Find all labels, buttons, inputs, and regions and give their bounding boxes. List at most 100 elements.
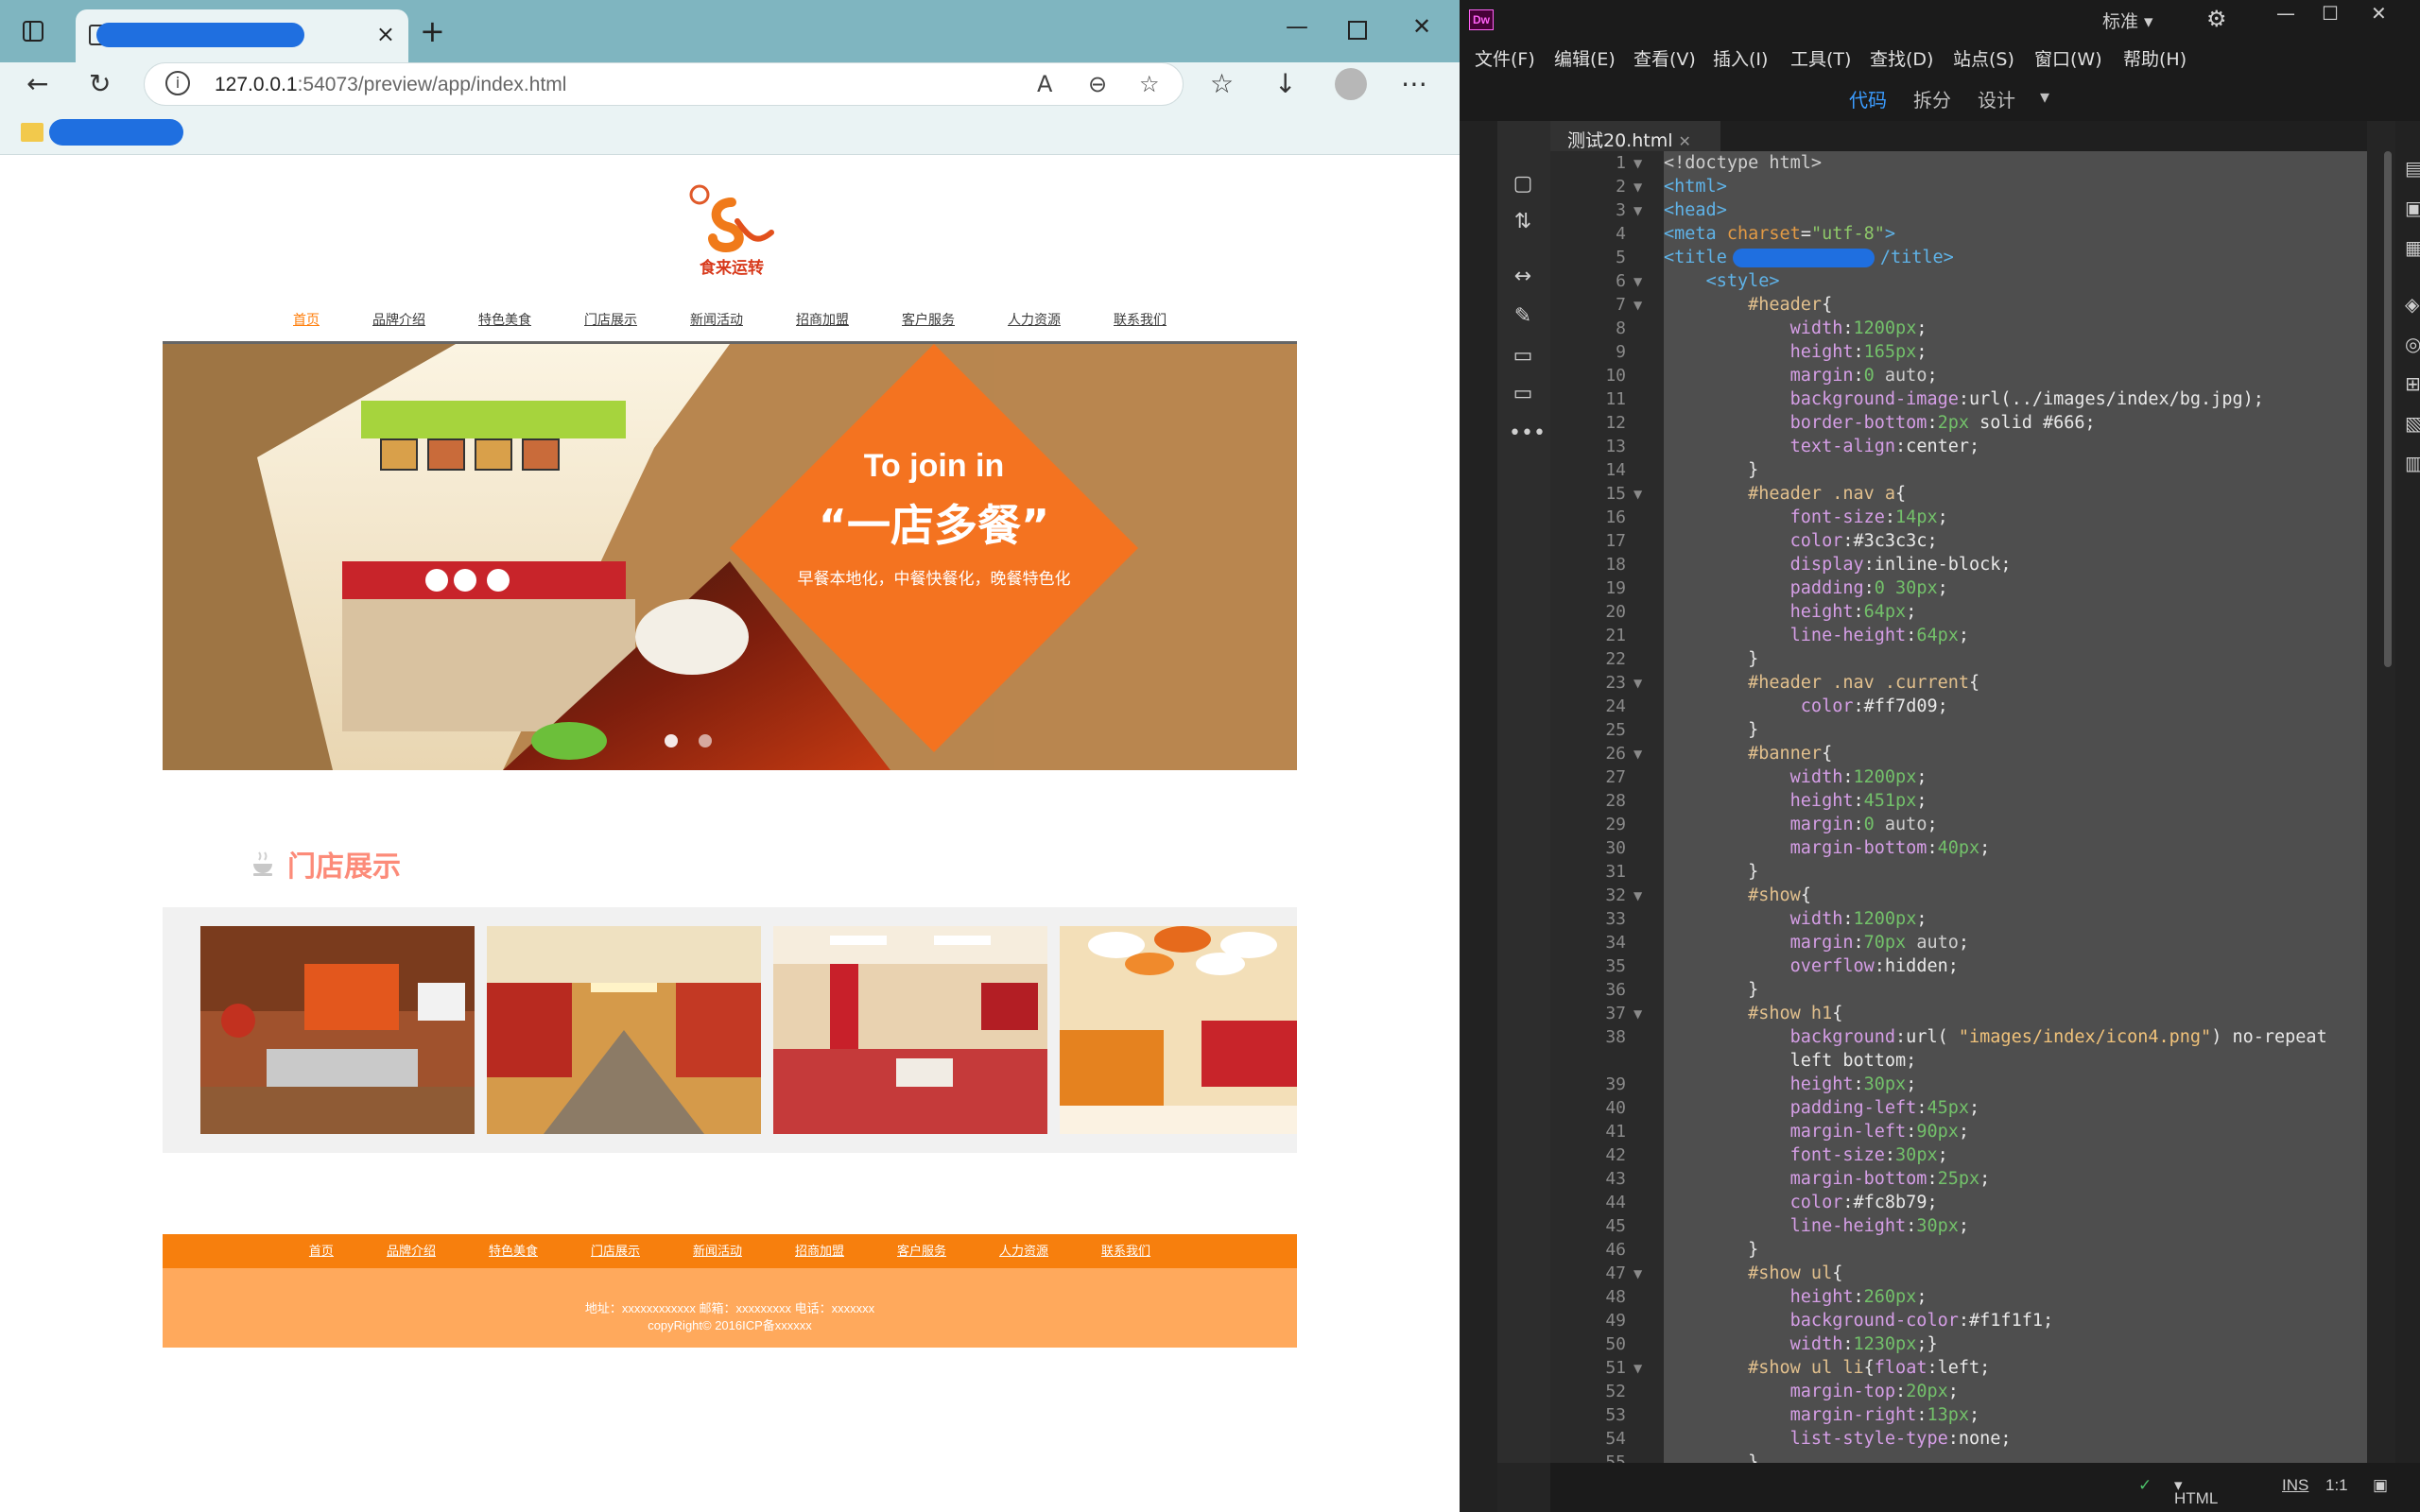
footer-link-franchise[interactable]: 招商加盟: [769, 1234, 871, 1268]
fold-toggle-icon[interactable]: ▼: [1634, 747, 1642, 761]
fold-toggle-icon[interactable]: ▼: [1634, 180, 1642, 194]
fold-toggle-icon[interactable]: ▼: [1634, 157, 1642, 170]
fold-toggle-icon[interactable]: ▼: [1634, 275, 1642, 288]
banner[interactable]: To join in “一店多餐” 早餐本地化，中餐快餐化，晚餐特色化: [163, 344, 1297, 770]
redacted-favorite[interactable]: [49, 119, 183, 146]
more-tools-icon[interactable]: •••: [1509, 421, 1546, 450]
cc-libraries-icon[interactable]: ◎: [2405, 333, 2420, 357]
nav-brand[interactable]: 品牌介绍: [346, 299, 452, 340]
close-icon[interactable]: ✕: [2371, 2, 2387, 25]
fold-toggle-icon[interactable]: ▼: [1634, 1362, 1642, 1375]
profile-avatar[interactable]: [1335, 68, 1367, 100]
code-editor[interactable]: <!doctype html> <html> <head> <meta char…: [1664, 151, 2367, 1463]
maximize-icon[interactable]: ☐: [2322, 2, 2339, 25]
fold-toggle-icon[interactable]: ▼: [1634, 677, 1642, 690]
nav-stores[interactable]: 门店展示: [558, 299, 664, 340]
fold-toggle-icon[interactable]: ▼: [1634, 889, 1642, 902]
close-tab-icon[interactable]: ×: [376, 21, 395, 47]
scrollbar-thumb[interactable]: [2384, 151, 2392, 667]
nav-franchise[interactable]: 招商加盟: [769, 299, 875, 340]
store-photo[interactable]: [200, 926, 475, 1134]
menu-insert[interactable]: 插入(I): [1713, 45, 1768, 71]
view-code-button[interactable]: 代码: [1849, 85, 1887, 112]
fold-toggle-icon[interactable]: ▼: [1634, 1007, 1642, 1021]
menu-view[interactable]: 查看(V): [1634, 45, 1696, 71]
tab-actions-icon[interactable]: [23, 21, 43, 42]
maximize-icon[interactable]: [1348, 21, 1367, 40]
footer-link-service[interactable]: 客户服务: [871, 1234, 973, 1268]
address-url[interactable]: 127.0.0.1:54073/preview/app/index.html: [215, 74, 566, 96]
add-favorite-icon[interactable]: ☆: [1139, 71, 1160, 97]
preview-icon[interactable]: ▣: [2373, 1476, 2388, 1495]
store-photo[interactable]: [773, 926, 1047, 1134]
footer-link-brand[interactable]: 品牌介绍: [360, 1234, 462, 1268]
expand-all-icon[interactable]: ↔: [1509, 265, 1537, 293]
fold-toggle-icon[interactable]: ▼: [1634, 299, 1642, 312]
download-icon[interactable]: ↓: [1274, 68, 1296, 99]
folder-icon[interactable]: [21, 123, 43, 142]
menu-tools[interactable]: 工具(T): [1790, 45, 1851, 71]
nav-hr[interactable]: 人力资源: [981, 299, 1087, 340]
menu-file[interactable]: 文件(F): [1475, 45, 1535, 71]
menu-site[interactable]: 站点(S): [1953, 45, 2014, 71]
fold-toggle-icon[interactable]: ▼: [1634, 488, 1642, 501]
open-document-icon[interactable]: ▢: [1509, 172, 1537, 200]
view-dropdown-icon[interactable]: ▾: [2040, 85, 2049, 108]
nav-home[interactable]: 首页: [267, 299, 346, 340]
footer-link-hr[interactable]: 人力资源: [973, 1234, 1075, 1268]
apply-comment-icon[interactable]: ▭: [1509, 344, 1537, 372]
insert-panel-icon[interactable]: ◈: [2405, 293, 2420, 318]
store-photo[interactable]: [1060, 926, 1297, 1134]
slide-dot[interactable]: [665, 734, 678, 747]
back-icon[interactable]: ←: [26, 68, 48, 99]
files-panel-icon[interactable]: ⊞: [2405, 372, 2420, 397]
menu-help[interactable]: 帮助(H): [2123, 45, 2187, 71]
footer-link-news[interactable]: 新闻活动: [666, 1234, 769, 1268]
more-icon[interactable]: ⋯: [1401, 68, 1427, 99]
nav-news[interactable]: 新闻活动: [664, 299, 769, 340]
slide-dot[interactable]: [699, 734, 712, 747]
status-language[interactable]: HTML ▾: [2174, 1476, 2218, 1507]
nav-service[interactable]: 客户服务: [875, 299, 981, 340]
snippets-panel-icon[interactable]: ▦: [2405, 236, 2420, 261]
zoom-icon[interactable]: ⊖: [1088, 71, 1107, 97]
minimize-icon[interactable]: —: [1286, 13, 1308, 40]
nav-contact[interactable]: 联系我们: [1087, 299, 1193, 340]
brand-logo[interactable]: 食来运转: [684, 183, 779, 278]
view-split-button[interactable]: 拆分: [1913, 85, 1951, 112]
close-window-icon[interactable]: ✕: [1412, 13, 1431, 40]
new-tab-button[interactable]: +: [420, 13, 445, 49]
assets-panel-icon[interactable]: ▣: [2405, 197, 2420, 221]
refresh-icon[interactable]: ↻: [89, 68, 111, 99]
remove-comment-icon[interactable]: ▭: [1509, 382, 1537, 410]
file-management-icon[interactable]: ⇅: [1509, 210, 1537, 238]
favorites-icon[interactable]: ☆: [1210, 68, 1234, 99]
dom-panel-icon[interactable]: ▤: [2405, 157, 2420, 181]
menu-edit[interactable]: 编辑(E): [1554, 45, 1616, 71]
status-mode[interactable]: INS: [2282, 1476, 2308, 1495]
address-bar[interactable]: i 127.0.0.1:54073/preview/app/index.html…: [144, 62, 1184, 106]
format-source-icon[interactable]: ✎: [1509, 304, 1537, 333]
workspace-switcher[interactable]: 标准 ▾: [2102, 8, 2153, 33]
sync-settings-icon[interactable]: ⚙: [2206, 6, 2227, 32]
site-info-icon[interactable]: i: [165, 71, 190, 95]
footer-link-contact[interactable]: 联系我们: [1075, 1234, 1177, 1268]
view-design-button[interactable]: 设计: [1978, 85, 2015, 112]
footer-link-stores[interactable]: 门店展示: [564, 1234, 666, 1268]
fold-toggle-icon[interactable]: ▼: [1634, 204, 1642, 217]
minimize-icon[interactable]: —: [2276, 2, 2295, 25]
store-photo[interactable]: [487, 926, 761, 1134]
menu-find[interactable]: 查找(D): [1870, 45, 1933, 71]
fold-toggle-icon[interactable]: ▼: [1634, 1267, 1642, 1280]
footer-link-food[interactable]: 特色美食: [462, 1234, 564, 1268]
close-file-icon[interactable]: ✕: [1679, 132, 1691, 150]
browser-tab[interactable]: ×: [76, 9, 408, 62]
nav-food[interactable]: 特色美食: [452, 299, 558, 340]
menu-window[interactable]: 窗口(W): [2034, 45, 2102, 71]
css-designer-icon[interactable]: ▧: [2405, 412, 2420, 437]
footer-link-home[interactable]: 首页: [283, 1234, 360, 1268]
properties-panel-icon[interactable]: ▥: [2405, 452, 2420, 476]
code-scrollbar[interactable]: [2367, 151, 2395, 1463]
file-tab[interactable]: 测试20.html ✕: [1550, 121, 1720, 151]
read-aloud-icon[interactable]: A: [1037, 71, 1052, 97]
